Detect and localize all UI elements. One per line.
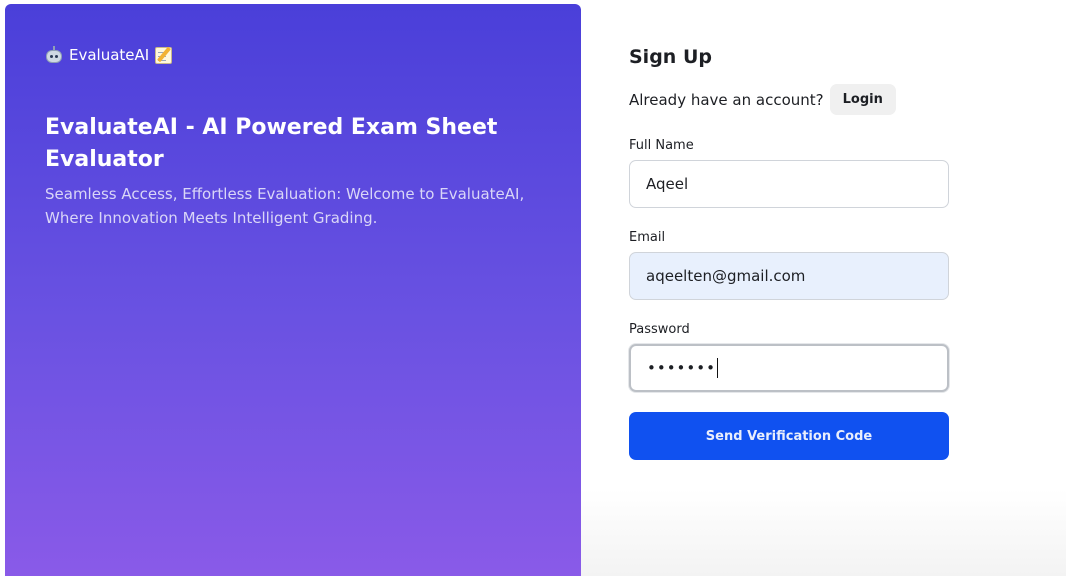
full-name-field[interactable]: Aqeel <box>629 160 949 208</box>
full-name-label: Full Name <box>629 138 694 153</box>
text-caret <box>716 358 718 378</box>
password-value: ••••••• <box>647 359 716 377</box>
password-label: Password <box>629 322 690 337</box>
account-prompt-row: Already have an account? Login <box>629 84 896 115</box>
send-verification-code-button[interactable]: Send Verification Code <box>629 412 949 460</box>
signup-title: Sign Up <box>629 46 712 68</box>
brand-name: EvaluateAI <box>69 46 150 64</box>
email-value: aqeelten@gmail.com <box>646 267 806 285</box>
hero-title: EvaluateAI - AI Powered Exam Sheet Evalu… <box>45 115 498 172</box>
login-button[interactable]: Login <box>829 84 896 115</box>
password-field[interactable]: ••••••• <box>629 344 949 392</box>
robot-icon <box>45 46 63 64</box>
email-field[interactable]: aqeelten@gmail.com <box>629 252 949 300</box>
hero-panel: EvaluateAI EvaluateAI - AI Powered Exam … <box>5 4 581 576</box>
brand: EvaluateAI <box>45 46 173 64</box>
full-name-value: Aqeel <box>646 175 689 193</box>
email-label: Email <box>629 230 666 245</box>
signup-panel: Sign Up Already have an account? Login F… <box>581 0 1066 576</box>
account-prompt: Already have an account? <box>629 90 824 109</box>
memo-icon <box>155 46 173 64</box>
hero-subtitle: Seamless Access, Effortless Evaluation: … <box>45 185 525 227</box>
